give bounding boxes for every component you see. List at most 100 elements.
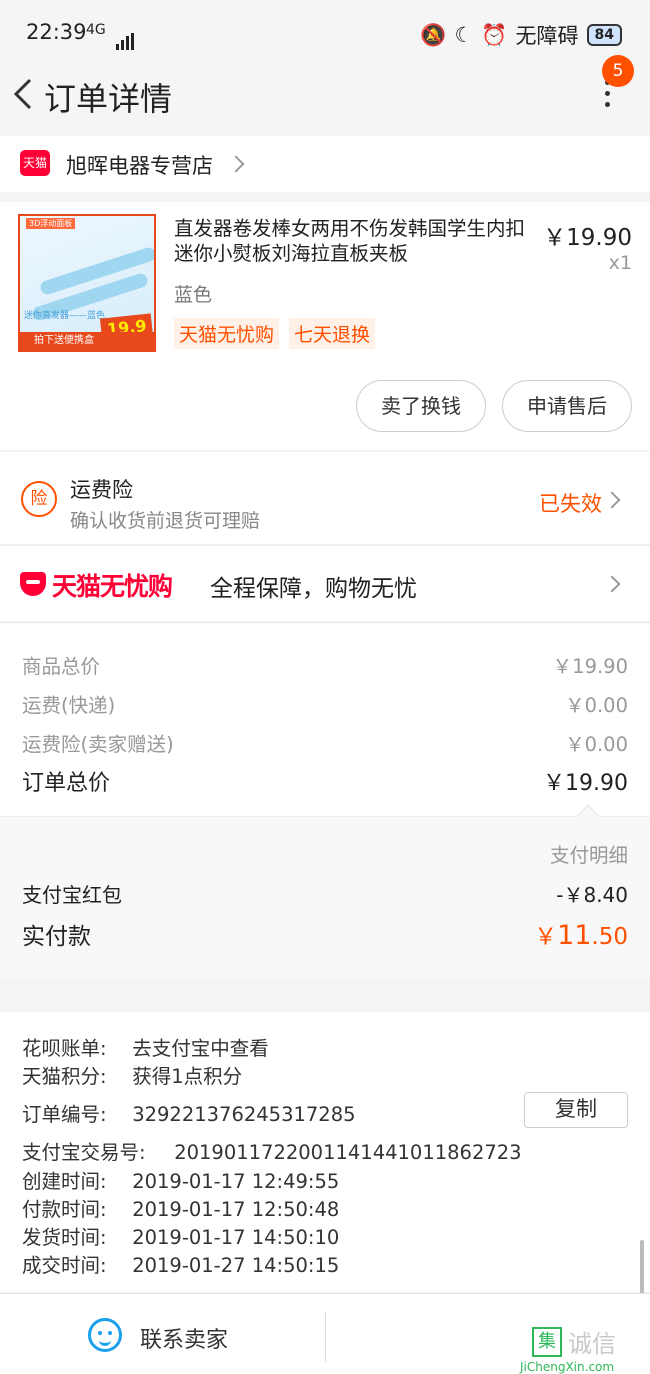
price-row-label: 运费(快递): [22, 694, 116, 717]
contact-seller-button[interactable]: 联系卖家: [140, 1322, 228, 1354]
watermark: 集 诚信: [532, 1324, 616, 1359]
shipping-insurance-row[interactable]: 险 运费险 确认收货前退货可理赔 已失效: [0, 452, 650, 544]
battery-icon: 84: [586, 24, 622, 46]
insurance-subtitle: 确认收货前退货可理赔: [70, 510, 261, 532]
shop-name: 旭晖电器专营店: [66, 154, 213, 178]
product-tags: 天猫无忧购 七天退换: [174, 318, 376, 349]
huabei-value: 去支付宝中查看: [132, 1037, 269, 1060]
chevron-right-icon: [227, 155, 245, 173]
page-title: 订单详情: [44, 80, 173, 118]
actual-paid-label: 实付款: [22, 924, 91, 950]
price-row: 运费(快递) ￥0.00: [22, 689, 628, 718]
thumb-corner-tag: 3D浮动面板: [26, 218, 76, 229]
actual-paid-int: 11: [557, 920, 592, 951]
watermark-logo: 集: [532, 1326, 562, 1357]
after-sale-button[interactable]: 申请售后: [502, 380, 632, 432]
insurance-title: 运费险: [70, 478, 133, 502]
alipay-number-label: 支付宝交易号:: [22, 1141, 146, 1164]
order-number-row: 订单编号: 329221376245317285: [22, 1098, 356, 1127]
points-value: 获得1点积分: [132, 1065, 243, 1088]
price-row-value: ￥19.90: [552, 655, 628, 678]
mute-icon: 🔕: [420, 22, 447, 47]
product-tag: 天猫无忧购: [174, 318, 280, 349]
moon-icon: ☾: [454, 23, 474, 47]
shipped-time-value: 2019-01-17 14:50:10: [132, 1226, 340, 1249]
chevron-right-icon: [603, 491, 621, 509]
product-card: 3D浮动面板 迷你直发器——蓝色 19.9 拍下送便携盒 直发器卷发棒女两用不伤…: [0, 202, 650, 450]
thumb-caption: 迷你直发器——蓝色: [24, 311, 106, 321]
header: 订单详情 5: [0, 55, 650, 136]
closed-time-value: 2019-01-27 14:50:15: [132, 1254, 340, 1277]
back-arrow-icon[interactable]: [8, 74, 38, 114]
red-packet-row: 支付宝红包 -￥8.40: [22, 879, 628, 908]
paid-time-value: 2019-01-17 12:50:48: [132, 1198, 340, 1221]
closed-time-row: 成交时间: 2019-01-27 14:50:15: [22, 1249, 339, 1278]
insurance-status: 已失效: [539, 492, 602, 516]
guarantee-row[interactable]: 天猫无忧购 全程保障，购物无忧: [0, 545, 650, 621]
signal-icon: [116, 26, 136, 50]
price-row-label: 运费险(卖家赠送): [22, 733, 174, 756]
paid-time-label: 付款时间:: [22, 1198, 107, 1221]
alipay-number-row: 支付宝交易号: 2019011722001141441011862723: [22, 1136, 522, 1165]
huabei-label: 花呗账单:: [22, 1037, 107, 1060]
actual-paid-value: ￥11.50: [534, 917, 628, 951]
watermark-url: JiChengXin.com: [520, 1360, 615, 1374]
price-row: 商品总价 ￥19.90: [22, 650, 628, 679]
chevron-right-icon: [603, 575, 621, 593]
payment-detail: 支付明细 支付宝红包 -￥8.40 实付款 ￥11.50: [0, 804, 650, 978]
guarantee-brand: 天猫无忧购: [52, 572, 173, 601]
price-row: 运费险(卖家赠送) ￥0.00: [22, 728, 628, 757]
product-tag: 七天退换: [289, 318, 376, 349]
huabei-row[interactable]: 花呗账单: 去支付宝中查看: [22, 1032, 269, 1061]
created-time-row: 创建时间: 2019-01-17 12:49:55: [22, 1165, 339, 1194]
bottom-bar: 联系卖家 集 诚信 JiChengXin.com: [0, 1293, 650, 1374]
product-quantity: x1: [608, 252, 632, 274]
shipped-time-label: 发货时间:: [22, 1226, 107, 1249]
actual-paid-dec: .50: [591, 924, 628, 950]
points-row: 天猫积分: 获得1点积分: [22, 1060, 242, 1089]
red-packet-label: 支付宝红包: [22, 883, 122, 907]
paid-time-row: 付款时间: 2019-01-17 12:50:48: [22, 1193, 339, 1222]
accessibility-label: 无障碍: [515, 24, 579, 48]
closed-time-label: 成交时间:: [22, 1254, 107, 1277]
points-label: 天猫积分:: [22, 1065, 107, 1088]
price-row-value: ￥0.00: [565, 694, 628, 717]
sell-button[interactable]: 卖了换钱: [356, 380, 486, 432]
tmall-logo-icon: 天猫: [20, 150, 50, 176]
shipped-time-row: 发货时间: 2019-01-17 14:50:10: [22, 1221, 339, 1250]
notification-badge: 5: [602, 55, 634, 87]
chat-face-icon: [88, 1318, 122, 1352]
price-row-value: ￥0.00: [565, 733, 628, 756]
shop-row[interactable]: 天猫 旭晖电器专营店: [0, 136, 650, 192]
red-packet-value: -￥8.40: [556, 883, 628, 907]
copy-button[interactable]: 复制: [524, 1092, 628, 1128]
product-image[interactable]: 3D浮动面板 迷你直发器——蓝色 19.9 拍下送便携盒: [18, 214, 156, 352]
price-summary: 商品总价 ￥19.90 运费(快递) ￥0.00 运费险(卖家赠送) ￥0.00…: [0, 622, 650, 816]
divider: [325, 1312, 326, 1362]
created-time-label: 创建时间:: [22, 1170, 107, 1193]
alipay-number-value: 2019011722001141441011862723: [174, 1141, 522, 1164]
alarm-icon: ⏰: [481, 22, 508, 47]
payment-detail-link[interactable]: 支付明细: [550, 839, 628, 868]
guarantee-text: 全程保障，购物无忧: [210, 576, 417, 602]
network-type: 4G: [86, 22, 106, 38]
watermark-text: 诚信: [568, 1330, 616, 1358]
product-name[interactable]: 直发器卷发棒女两用不伤发韩国学生内扣迷你小熨板刘海拉直板夹板: [174, 216, 536, 266]
order-info: 花呗账单: 去支付宝中查看 天猫积分: 获得1点积分 订单编号: 3292213…: [0, 1012, 650, 1292]
price-row-label: 商品总价: [22, 655, 101, 678]
thumb-strip: 拍下送便携盒: [20, 332, 154, 350]
shield-icon: [20, 572, 46, 596]
order-number-label: 订单编号:: [22, 1103, 107, 1126]
actual-paid-currency: ￥: [534, 924, 558, 950]
created-time-value: 2019-01-17 12:49:55: [132, 1170, 340, 1193]
product-price: ￥19.90: [543, 225, 632, 251]
order-total-value: ￥19.90: [543, 771, 628, 796]
actual-paid-row: 实付款 ￥11.50: [22, 917, 628, 951]
status-bar: 22:39 4G 🔕 ☾ ⏰ 无障碍 84: [0, 0, 650, 64]
product-variant: 蓝色: [174, 284, 213, 306]
order-total-label: 订单总价: [22, 771, 111, 796]
order-number-value: 329221376245317285: [132, 1103, 356, 1126]
insurance-icon: 险: [21, 481, 57, 517]
status-time: 22:39: [26, 20, 87, 44]
order-total-row: 订单总价 ￥19.90: [22, 765, 628, 797]
